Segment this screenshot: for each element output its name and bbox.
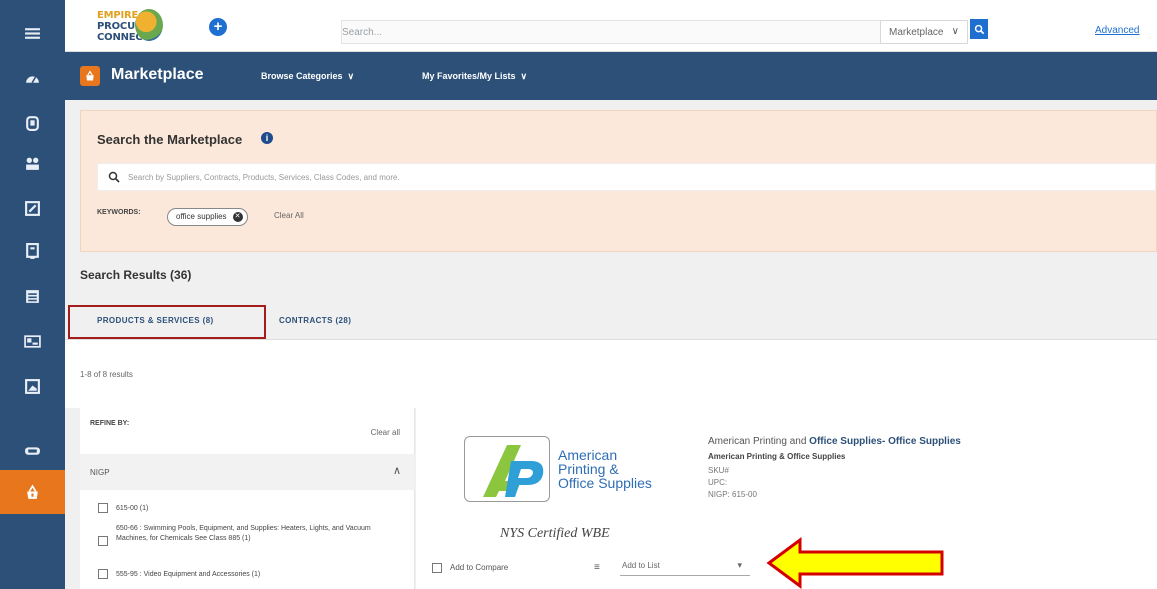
menu-icon[interactable] [14, 18, 50, 48]
filter-label: 555-95 : Video Equipment and Accessories… [116, 571, 261, 578]
supplier-logo-mark-icon [483, 445, 544, 497]
info-icon[interactable]: i [261, 132, 273, 144]
list-icon: ≡ [594, 562, 600, 573]
search-panel-title: Search the Marketplace [97, 132, 243, 147]
refine-label: REFINE BY: [90, 420, 130, 427]
browse-categories-label: Browse Categories [261, 71, 343, 81]
supplier-logo[interactable] [464, 436, 550, 502]
dashboard-icon[interactable] [14, 63, 50, 93]
chevron-down-icon: ∨ [951, 26, 959, 37]
remove-keyword-icon[interactable]: ✕ [232, 212, 243, 222]
add-to-compare-checkbox[interactable] [432, 563, 442, 573]
favorites-lists-label: My Favorites/My Lists [422, 71, 516, 81]
clear-keywords-link[interactable]: Clear All [274, 211, 304, 220]
results-count: 1-8 of 8 results [80, 370, 133, 379]
chevron-down-icon: ∨ [520, 71, 528, 81]
favorites-lists-menu[interactable]: My Favorites/My Lists ∨ [422, 71, 527, 82]
global-search-placeholder: Search... [342, 27, 383, 38]
add-to-list-label: Add to List [622, 561, 660, 570]
list-icon[interactable] [14, 281, 50, 311]
filter-label: 650-66 : Swimming Pools, Equipment, and … [116, 525, 371, 542]
nigp-label: NIGP [90, 468, 110, 477]
badge-icon[interactable] [14, 435, 50, 465]
page-title: Marketplace [111, 66, 204, 83]
filter-checkbox[interactable] [98, 536, 108, 546]
edit-icon[interactable] [14, 193, 50, 223]
add-to-list-select[interactable]: Add to List ▾ [620, 558, 750, 576]
supplier-name: American Printing & Office Supplies [708, 452, 846, 461]
upc-label: UPC: [708, 478, 728, 487]
search-placeholder: Search by Suppliers, Contracts, Products… [128, 173, 400, 182]
logo-text-line-3: Office Supplies [558, 475, 652, 491]
nigp-code: NIGP: 615-00 [708, 490, 757, 499]
certification-label: NYS Certified WBE [500, 526, 610, 541]
documents-icon[interactable] [14, 108, 50, 138]
filter-label: 615-00 (1) [116, 505, 149, 512]
top-bar: EMPIRE PROCURE CONNECT + Search... Marke… [65, 0, 1157, 52]
add-new-button[interactable]: + [209, 18, 227, 36]
keyword-chip: office supplies ✕ [167, 208, 248, 226]
keyword-chip-label: office supplies [176, 212, 227, 221]
advanced-search-link[interactable]: Advanced [1095, 25, 1139, 36]
marketplace-header: Marketplace Browse Categories ∨ My Favori… [65, 52, 1157, 100]
filter-checkbox[interactable] [98, 569, 108, 579]
tab-contracts[interactable]: CONTRACTS (28) [279, 316, 351, 325]
caret-down-icon: ▾ [737, 560, 742, 570]
chevron-down-icon: ∨ [347, 71, 355, 81]
refine-sidebar: REFINE BY: Clear all NIGP ∧ 615-00 (1) 6… [80, 408, 415, 589]
results-count-area: 1-8 of 8 results [65, 340, 1157, 408]
marketplace-search-panel: Search the Marketplace i Search by Suppl… [80, 110, 1157, 252]
search-scope-select[interactable]: Marketplace ∨ [880, 20, 968, 44]
search-icon [108, 171, 120, 183]
logo-text-line-1: American [558, 447, 618, 463]
app-window: EMPIRE PROCURE CONNECT + Search... Marke… [0, 0, 1157, 589]
reports-icon[interactable] [14, 371, 50, 401]
browse-categories-menu[interactable]: Browse Categories ∨ [261, 71, 354, 82]
sku-label: SKU# [708, 466, 729, 475]
logo-emblem-icon [135, 9, 163, 41]
marketplace-icon[interactable] [0, 470, 65, 514]
global-search-input[interactable]: Search... [341, 20, 881, 44]
left-rail [0, 0, 65, 589]
highlight-box [68, 305, 266, 339]
search-button[interactable] [970, 19, 988, 39]
product-title-prefix: American Printing and [708, 436, 810, 447]
nigp-section-header[interactable]: NIGP ∧ [80, 454, 415, 490]
people-icon[interactable] [14, 148, 50, 178]
forms-icon[interactable] [14, 236, 50, 266]
yellow-arrow-annotation-icon [766, 537, 944, 589]
search-icon [974, 24, 984, 34]
clear-filters-link[interactable]: Clear all [371, 428, 400, 437]
product-title-keyword: Office Supplies- Office Supplies [809, 436, 961, 447]
supplier-logo-text: American Printing & Office Supplies [558, 448, 652, 490]
product-title[interactable]: American Printing and Office Supplies- O… [708, 436, 961, 447]
filter-checkbox[interactable] [98, 503, 108, 513]
search-scope-value: Marketplace [889, 27, 944, 38]
logo-text-line-2: Printing & [558, 461, 619, 477]
empire-procure-connect-logo[interactable]: EMPIRE PROCURE CONNECT [97, 5, 163, 47]
add-to-compare-label: Add to Compare [450, 563, 509, 572]
chevron-up-icon: ∧ [392, 465, 401, 477]
cards-icon[interactable] [14, 326, 50, 356]
keywords-label: KEYWORDS: [97, 209, 141, 216]
marketplace-search-input[interactable]: Search by Suppliers, Contracts, Products… [97, 163, 1156, 191]
search-results-title: Search Results (36) [80, 268, 192, 282]
marketplace-basket-icon [80, 66, 100, 86]
